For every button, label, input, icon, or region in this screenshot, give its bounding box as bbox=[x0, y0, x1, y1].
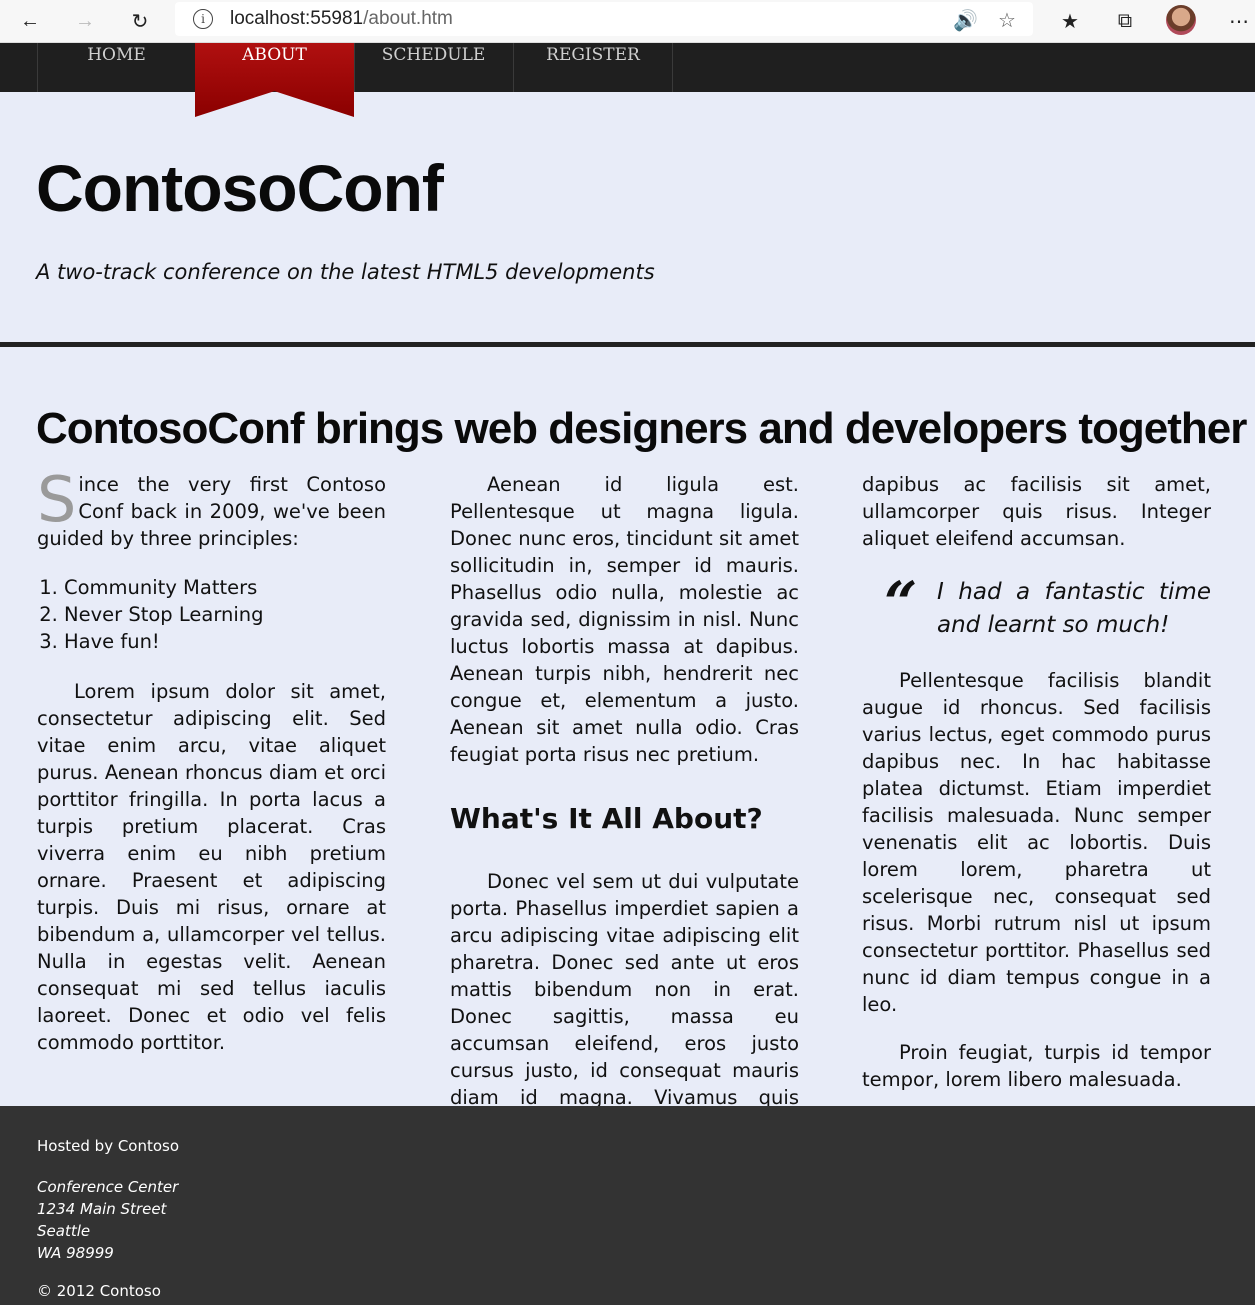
address-line: WA 98999 bbox=[37, 1244, 114, 1262]
site-title: ContosoConf bbox=[36, 151, 444, 225]
back-arrow-icon[interactable]: ← bbox=[17, 8, 43, 34]
url-text[interactable]: localhost:55981/about.htm bbox=[230, 8, 453, 30]
collections-icon[interactable]: ⧉ bbox=[1112, 8, 1138, 34]
article-column-2: Aenean id ligula est. Pellentesque ut ma… bbox=[450, 471, 799, 1138]
site-footer: Hosted by Contoso Conference Center 1234… bbox=[0, 1106, 1255, 1305]
body-paragraph: Pellentesque facilisis blandit augue id … bbox=[862, 669, 1211, 1016]
site-nav: HOME SCHEDULE REGISTER bbox=[0, 43, 1255, 92]
site-tagline: A two-track conference on the latest HTM… bbox=[36, 260, 655, 284]
nav-schedule[interactable]: SCHEDULE bbox=[354, 43, 512, 92]
body-paragraph: Donec vel sem ut dui vulputate porta. Ph… bbox=[450, 870, 799, 1136]
refresh-icon[interactable]: ↻ bbox=[127, 8, 153, 34]
intro-paragraph: Since the very first Contoso Conf back i… bbox=[37, 463, 386, 551]
nav-about[interactable]: ABOUT bbox=[195, 43, 354, 67]
favorites-list-icon[interactable]: ★ bbox=[1057, 8, 1083, 34]
profile-avatar[interactable] bbox=[1166, 5, 1196, 35]
address-line: 1234 Main Street bbox=[37, 1200, 167, 1218]
address-bar[interactable]: i localhost:55981/about.htm 🔊 ☆ bbox=[175, 2, 1033, 36]
favorite-star-icon[interactable]: ☆ bbox=[998, 8, 1016, 33]
list-item: Never Stop Learning bbox=[64, 601, 386, 628]
article-headline: ContosoConf brings web designers and dev… bbox=[36, 404, 1247, 453]
nav-register[interactable]: REGISTER bbox=[513, 43, 673, 92]
header-divider bbox=[0, 342, 1255, 347]
browser-toolbar: ← → ↻ i localhost:55981/about.htm 🔊 ☆ ★ … bbox=[0, 0, 1255, 43]
list-item: Community Matters bbox=[64, 574, 386, 601]
forward-arrow-icon[interactable]: → bbox=[72, 8, 98, 34]
body-paragraph-continued: dapibus ac facilisis sit amet, ullamcorp… bbox=[862, 473, 1211, 550]
body-paragraph: Lorem ipsum dolor sit amet, consectetur … bbox=[37, 680, 386, 1054]
pull-quote: “ I had a fantastic time and learnt so m… bbox=[884, 569, 1211, 638]
site-info-icon[interactable]: i bbox=[193, 9, 213, 29]
article-column-1: Since the very first Contoso Conf back i… bbox=[37, 463, 386, 1056]
body-paragraph: Aenean id ligula est. Pellentesque ut ma… bbox=[450, 473, 799, 766]
article-column-3: dapibus ac facilisis sit amet, ullamcorp… bbox=[862, 471, 1211, 1093]
venue-address: Conference Center 1234 Main Street Seatt… bbox=[37, 1176, 178, 1264]
quote-mark-icon: “ bbox=[884, 569, 918, 637]
more-menu-icon[interactable]: ⋯ bbox=[1226, 8, 1252, 34]
read-aloud-icon[interactable]: 🔊 bbox=[953, 8, 978, 33]
copyright: © 2012 Contoso bbox=[37, 1282, 161, 1300]
address-line: Conference Center bbox=[37, 1178, 179, 1196]
principles-list: Community Matters Never Stop Learning Ha… bbox=[37, 574, 386, 655]
list-item: Have fun! bbox=[64, 628, 386, 655]
drop-cap: S bbox=[37, 463, 77, 536]
body-paragraph: Proin feugiat, turpis id tempor tempor, … bbox=[862, 1041, 1211, 1091]
nav-home[interactable]: HOME bbox=[37, 43, 195, 92]
section-subheading: What's It All About? bbox=[450, 802, 763, 835]
address-line: Seattle bbox=[37, 1222, 91, 1240]
hosted-by: Hosted by Contoso bbox=[37, 1137, 180, 1155]
